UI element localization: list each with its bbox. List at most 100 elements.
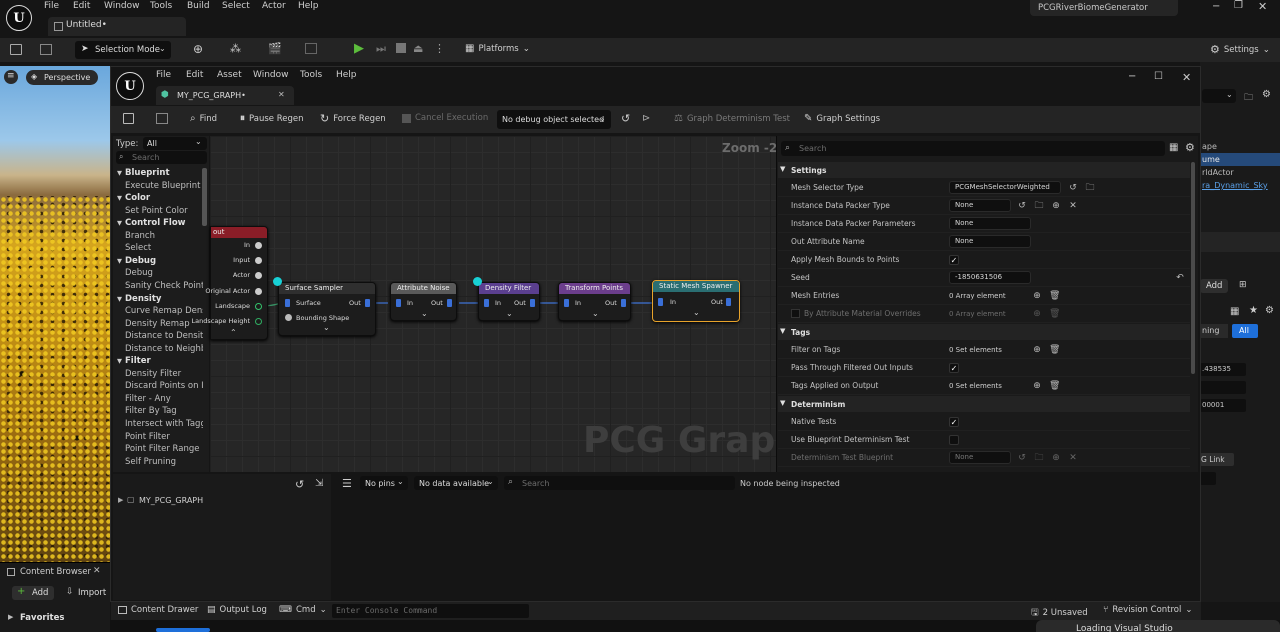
debug-marker[interactable] [473,277,482,286]
add-actor-icon[interactable]: ⊕ [193,42,203,56]
expand-chevron-icon[interactable]: ⌄ [506,309,513,318]
debug-object-dropdown[interactable]: No debug object selected ⌄ [497,110,611,129]
palette-node-item[interactable]: Debug [125,268,203,278]
right-dropdown[interactable] [1200,472,1216,485]
input-node-out-pin[interactable] [255,318,262,325]
menu-item-select[interactable]: Select [222,1,250,11]
trash-icon[interactable]: 🗑 [1049,309,1060,319]
instance-data-packer-params-field[interactable]: None [949,217,1031,230]
jump-icon[interactable]: ⊳ [642,113,650,124]
pcg-menu-item-edit[interactable]: Edit [186,70,203,80]
palette-node-item[interactable]: Discard Points on I [125,381,203,391]
expand-arrow-icon[interactable]: ▶ [8,613,13,621]
expand-chevron-icon[interactable]: ⌄ [323,323,330,332]
palette-node-item[interactable]: Execute Blueprint [125,181,203,191]
modes-icon[interactable] [305,43,317,54]
unreal-logo-icon[interactable]: U [6,5,32,31]
determinism-section-header[interactable]: ▼ Determinism [778,396,1190,412]
palette-node-item[interactable]: Distance to Neighb [125,344,203,354]
play-icon[interactable]: ▶ [354,41,364,56]
cmd-button[interactable]: ⌨ Cmd ⌄ [279,605,327,615]
collapse-chevron-icon[interactable]: ⌃ [230,328,237,337]
palette-node-item[interactable]: Set Point Color [125,206,203,216]
density-filter-node[interactable]: Density Filter In Out ⌄ [478,282,540,321]
filter-out-pin[interactable] [530,299,535,307]
minimize-window-icon[interactable]: − [1128,71,1136,82]
add-folder-icon[interactable]: 🗀 [1244,90,1253,106]
level-viewport[interactable] [0,66,110,562]
trash-icon[interactable]: 🗑 [1049,381,1060,391]
menu-item-edit[interactable]: Edit [73,1,90,11]
blueprint-add-icon[interactable]: ⊞ [1239,280,1247,290]
palette-category[interactable]: Blueprint [125,168,170,178]
maximize-window-icon[interactable]: ☐ [1154,71,1163,82]
input-node-out-pin[interactable] [255,242,262,249]
input-node-out-pin[interactable] [255,303,262,310]
tree-root-item[interactable]: MY_PCG_GRAPH [139,496,203,505]
collapse-arrow-icon[interactable]: ▼ [117,169,122,177]
level-tab[interactable]: Untitled• [48,17,186,36]
favorites-label[interactable]: Favorites [20,613,64,623]
tags-section-header[interactable]: ▼ Tags [778,324,1190,340]
out-attribute-name-field[interactable]: None [949,235,1031,248]
mesh-selector-type-dropdown[interactable]: PCGMeshSelectorWeighted [949,181,1061,194]
menu-item-tools[interactable]: Tools [150,1,172,11]
import-label[interactable]: Import [78,588,106,598]
gear-icon[interactable]: ⚙ [1185,141,1195,154]
palette-node-item[interactable]: Density Filter [125,369,203,379]
reset-arrow-icon[interactable]: ↺ [1068,183,1078,193]
link-button[interactable]: G Link [1200,453,1234,466]
pass-through-checkbox[interactable]: ✓ [949,363,959,373]
palette-search-input[interactable]: ⌕ Search [116,151,207,164]
add-circle-icon[interactable]: ⊕ [1051,453,1061,463]
browse-folder-icon[interactable]: 🗀 [1085,183,1095,193]
collapse-arrow-icon[interactable]: ▼ [117,295,122,303]
expand-chevron-icon[interactable]: ⌄ [693,308,700,317]
palette-node-item[interactable]: Sanity Check Point [125,281,203,291]
add-circle-icon[interactable]: ⊕ [1051,201,1061,211]
pcg-graph-tab[interactable]: ⬢ MY_PCG_GRAPH• ✕ [156,86,294,105]
browse-icon[interactable] [156,113,168,124]
determinism-bp-dropdown[interactable]: None [949,451,1011,464]
seed-field[interactable]: -1850631506 [949,271,1031,284]
palette-node-item[interactable]: Filter By Tag [125,406,203,416]
import-icon[interactable]: ⇩ [66,587,74,597]
content-add-button[interactable]: + Add [12,586,54,600]
content-icon[interactable] [40,44,52,55]
spawner-out-pin[interactable] [726,298,731,306]
palette-node-item[interactable]: Select [125,243,203,253]
input-node-out-pin[interactable] [255,272,262,279]
add-circle-icon[interactable]: ⊕ [1032,345,1042,355]
static-mesh-spawner-node[interactable]: Static Mesh Spawner In Out ⌄ [652,280,740,322]
use-bp-tests-checkbox[interactable] [949,435,959,445]
collapse-arrow-icon[interactable]: ▼ [117,357,122,365]
blueprint-icon[interactable]: ⁂ [230,42,241,55]
cancel-execution-button[interactable]: Cancel Execution [402,113,488,123]
palette-category[interactable]: Control Flow [125,218,186,228]
unsaved-button[interactable]: 🖫 2 Unsaved [1031,605,1088,621]
platforms-button[interactable]: ▦ Platforms ⌄ [465,43,530,54]
details-tab-all[interactable]: All [1232,324,1258,338]
transform-in-pin[interactable] [564,299,569,307]
expand-chevron-icon[interactable]: ⌄ [421,309,428,318]
collapse-arrow-icon[interactable]: ▼ [117,257,122,265]
pcg-menu-item-window[interactable]: Window [253,70,289,80]
close-tab-icon[interactable]: ✕ [93,566,101,576]
close-window-icon[interactable]: ✕ [1182,71,1191,84]
pins-filter-dropdown[interactable]: No pins ⌄ [360,476,408,490]
sampler-out-pin[interactable] [365,299,370,307]
input-node-out-pin[interactable] [255,257,262,264]
palette-scrollbar[interactable] [202,168,207,226]
graph-settings-button[interactable]: ✎ Graph Settings [804,113,880,124]
menu-item-build[interactable]: Build [187,1,210,11]
palette-node-item[interactable]: Filter - Any [125,394,203,404]
stop-icon[interactable] [396,43,406,53]
trash-icon[interactable]: 🗑 [1049,345,1060,355]
find-button[interactable]: ⌕ Find [190,113,217,124]
bounding-shape-pin[interactable] [285,314,292,321]
palette-category[interactable]: Color [125,193,150,203]
pcg-menu-item-help[interactable]: Help [336,70,357,80]
debug-marker[interactable] [273,277,282,286]
clear-icon[interactable]: ✕ [1068,201,1078,211]
star-icon[interactable]: ★ [1249,305,1258,316]
